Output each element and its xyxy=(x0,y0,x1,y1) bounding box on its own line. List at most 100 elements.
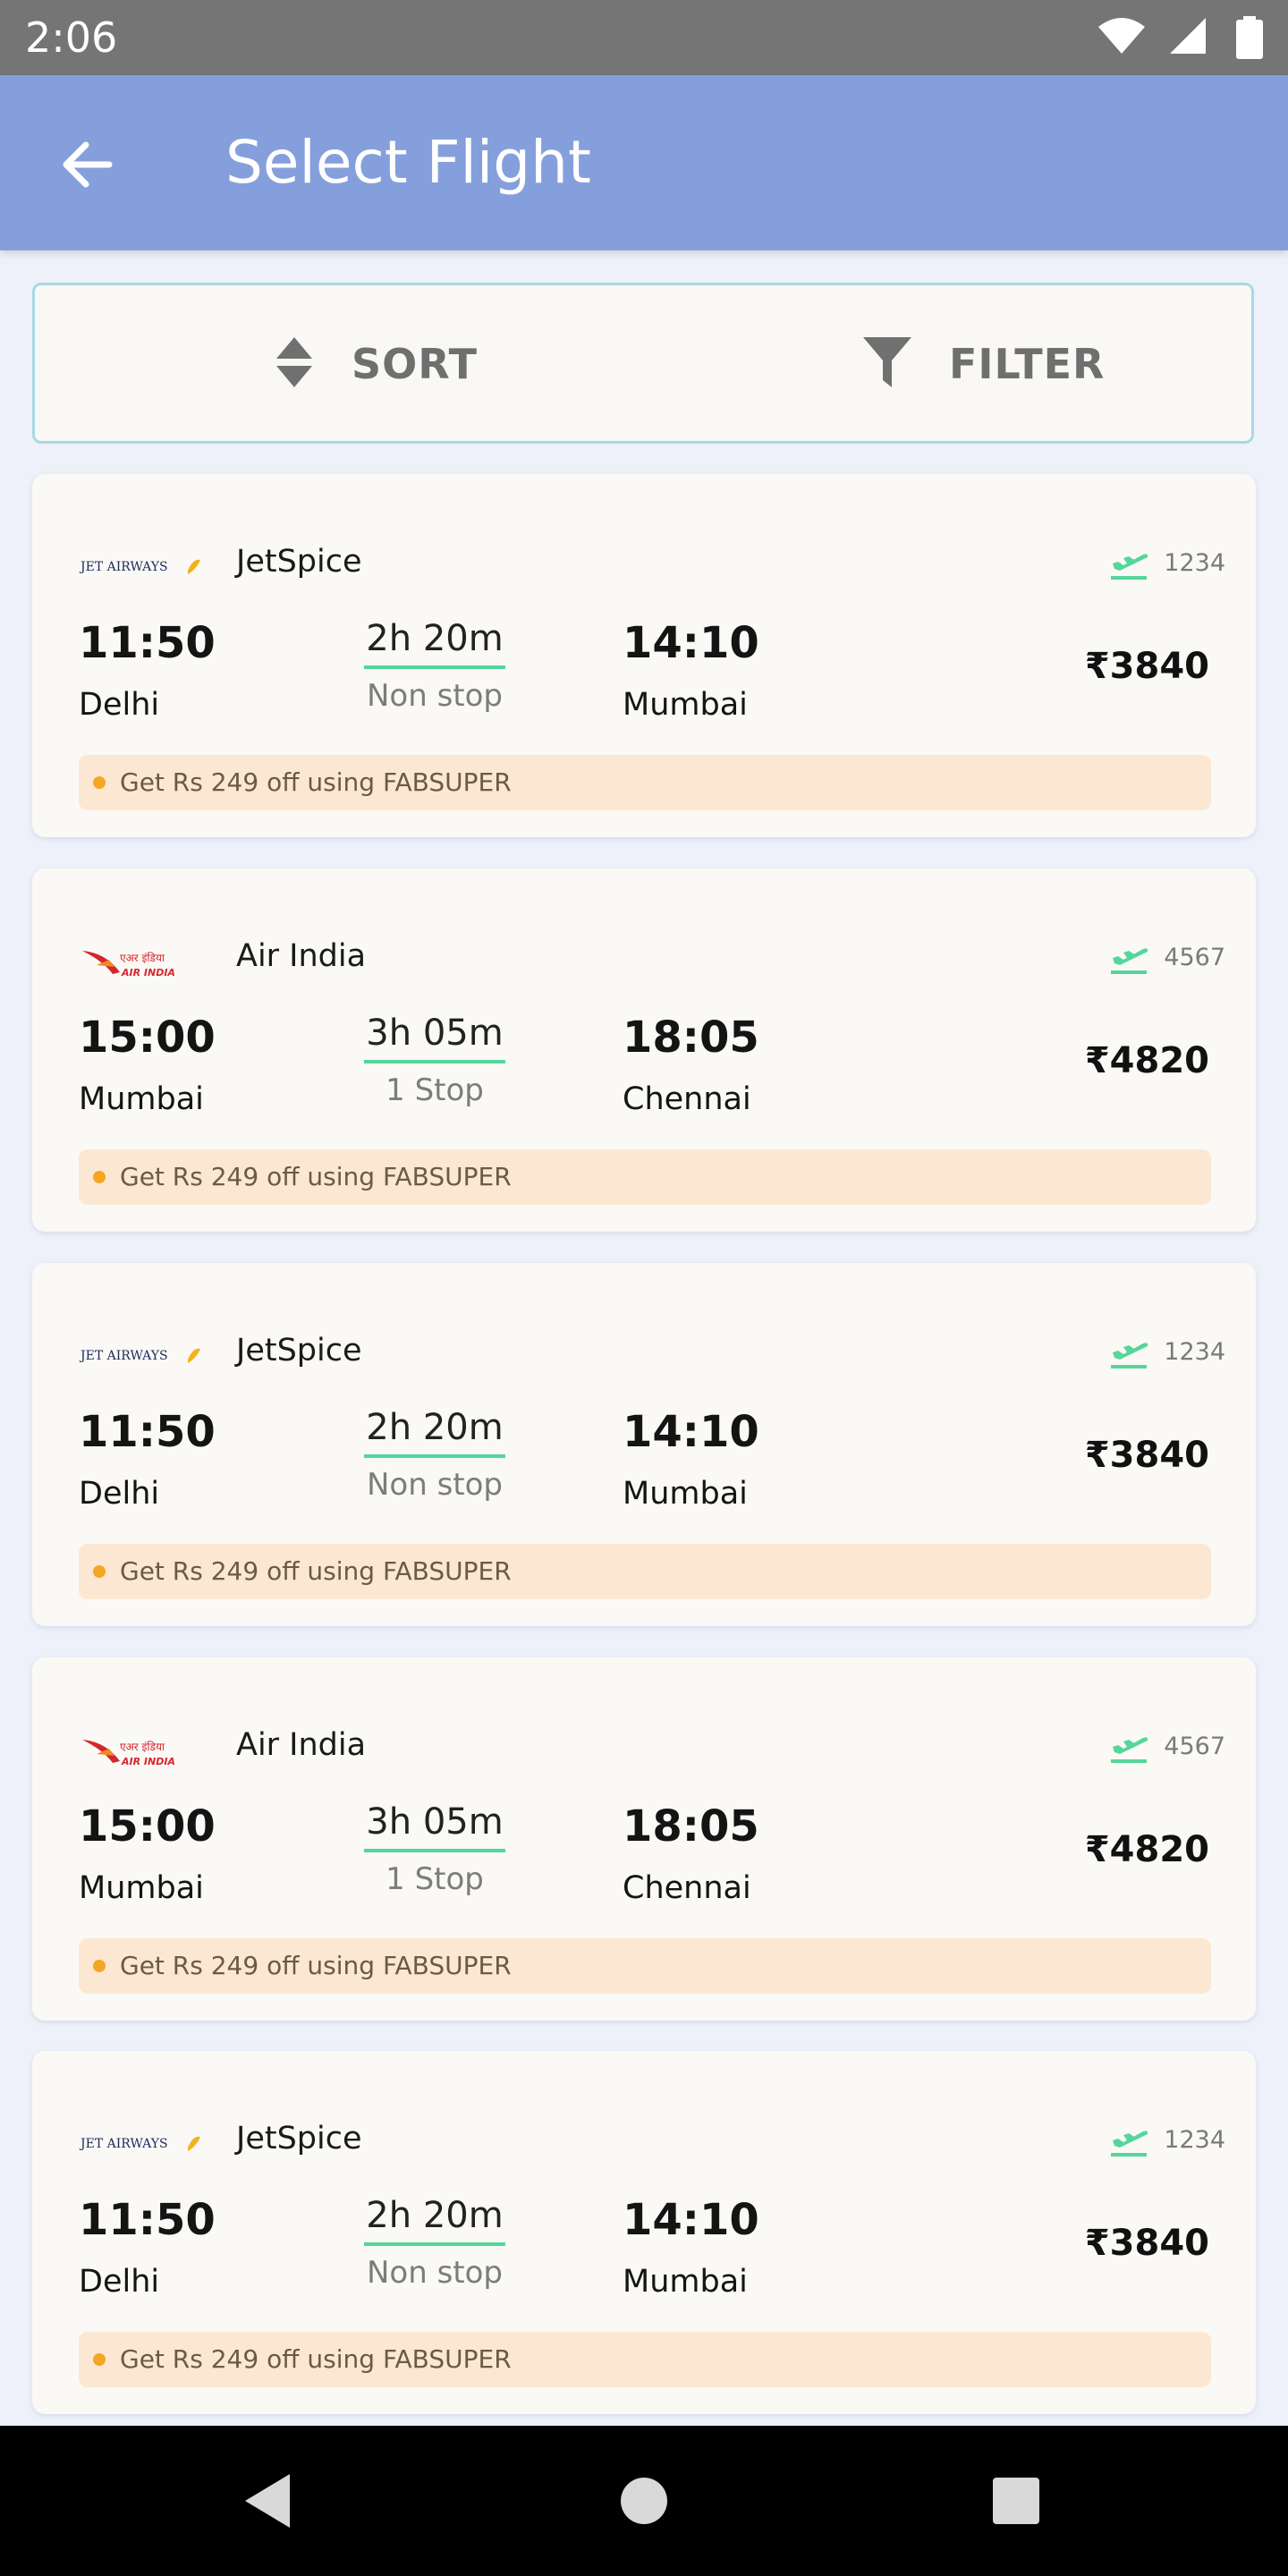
flight-price: ₹3840 xyxy=(1084,646,1209,687)
flight-duration: 3h 05m xyxy=(364,1010,505,1063)
flight-price: ₹4820 xyxy=(1084,1829,1209,1870)
airline-name: JetSpice xyxy=(236,1333,362,1368)
offer-banner: Get Rs 249 off using FABSUPER xyxy=(79,2332,1211,2387)
arrival-city: Mumbai xyxy=(623,687,748,723)
departure-city: Mumbai xyxy=(79,1870,204,1906)
jet-airways-logo: JET AIRWAYS xyxy=(79,1348,200,1363)
filter-icon xyxy=(863,337,911,387)
square-recents-icon[interactable] xyxy=(980,2465,1052,2537)
offer-text: Get Rs 249 off using FABSUPER xyxy=(120,767,512,797)
flight-number: 4567 xyxy=(1164,1733,1225,1760)
departure-city: Delhi xyxy=(79,2264,160,2300)
stops-info: Non stop xyxy=(366,1467,504,1503)
filter-label: FILTER xyxy=(949,340,1106,388)
svg-text:JET AIRWAYS: JET AIRWAYS xyxy=(79,560,168,574)
flight-card[interactable]: एअर इंडिया AIR INDIA Air India 4567 15:0… xyxy=(32,1657,1256,2021)
flight-card[interactable]: JET AIRWAYS JetSpice 1234 11:50 Delhi 2h… xyxy=(32,474,1256,837)
arrival-city: Mumbai xyxy=(623,2264,748,2300)
flight-duration: 2h 20m xyxy=(364,2192,505,2246)
offer-dot-icon xyxy=(93,776,106,789)
svg-text:AIR INDIA: AIR INDIA xyxy=(121,967,175,979)
stops-info: 1 Stop xyxy=(386,1072,484,1108)
departure-city: Delhi xyxy=(79,687,160,723)
duration-block: 2h 20m Non stop xyxy=(327,2192,542,2292)
offer-dot-icon xyxy=(93,2353,106,2366)
sort-filter-bar: SORT FILTER xyxy=(32,283,1254,444)
departure-time: 11:50 xyxy=(79,2195,216,2245)
offer-text: Get Rs 249 off using FABSUPER xyxy=(120,1951,512,1980)
flight-number: 4567 xyxy=(1164,944,1225,971)
offer-banner: Get Rs 249 off using FABSUPER xyxy=(79,1149,1211,1205)
arrow-left-icon xyxy=(63,141,113,188)
flight-duration: 2h 20m xyxy=(364,615,505,669)
flight-number: 1234 xyxy=(1164,1338,1225,1366)
flight-price: ₹3840 xyxy=(1084,2223,1209,2264)
svg-text:AIR INDIA: AIR INDIA xyxy=(121,1756,175,1767)
offer-dot-icon xyxy=(93,1960,106,1972)
arrival-city: Mumbai xyxy=(623,1476,748,1512)
wifi-icon xyxy=(1098,18,1145,54)
flight-duration: 2h 20m xyxy=(364,1404,505,1458)
plane-takeoff-icon xyxy=(1111,1737,1148,1763)
departure-time: 11:50 xyxy=(79,618,216,668)
arrival-time: 14:10 xyxy=(623,1407,759,1457)
flight-price: ₹4820 xyxy=(1084,1040,1209,1081)
circle-home-icon[interactable] xyxy=(608,2465,680,2537)
sort-button[interactable]: SORT xyxy=(232,285,589,441)
system-nav-bar xyxy=(0,2426,1288,2576)
airline-name: Air India xyxy=(236,1727,367,1763)
page-title: Select Flight xyxy=(225,128,591,197)
offer-banner: Get Rs 249 off using FABSUPER xyxy=(79,1544,1211,1599)
sort-label: SORT xyxy=(352,340,478,388)
flight-number: 1234 xyxy=(1164,549,1225,577)
flight-duration: 3h 05m xyxy=(364,1799,505,1852)
flight-card[interactable]: JET AIRWAYS JetSpice 1234 11:50 Delhi 2h… xyxy=(32,1263,1256,1626)
duration-block: 3h 05m 1 Stop xyxy=(327,1010,542,1110)
stops-info: Non stop xyxy=(366,678,504,714)
plane-takeoff-icon xyxy=(1111,1343,1148,1368)
status-time: 2:06 xyxy=(25,13,118,62)
departure-city: Delhi xyxy=(79,1476,160,1512)
duration-block: 3h 05m 1 Stop xyxy=(327,1799,542,1899)
flight-card[interactable]: एअर इंडिया AIR INDIA Air India 4567 15:0… xyxy=(32,869,1256,1232)
svg-text:JET AIRWAYS: JET AIRWAYS xyxy=(79,1349,168,1363)
airline-name: JetSpice xyxy=(236,2121,362,2157)
stops-info: Non stop xyxy=(366,2255,504,2291)
triangle-back-icon[interactable] xyxy=(234,2465,306,2537)
filter-button[interactable]: FILTER xyxy=(822,285,1198,441)
jet-airways-logo: JET AIRWAYS xyxy=(79,2136,200,2151)
svg-text:एअर इंडिया: एअर इंडिया xyxy=(120,952,165,964)
back-button[interactable] xyxy=(54,131,122,199)
jet-airways-logo: JET AIRWAYS xyxy=(79,559,200,574)
offer-text: Get Rs 249 off using FABSUPER xyxy=(120,1556,512,1586)
duration-block: 2h 20m Non stop xyxy=(327,1404,542,1504)
offer-text: Get Rs 249 off using FABSUPER xyxy=(120,2344,512,2374)
airline-name: JetSpice xyxy=(236,544,362,580)
air-india-logo: एअर इंडिया AIR INDIA xyxy=(82,1740,175,1767)
offer-banner: Get Rs 249 off using FABSUPER xyxy=(79,755,1211,810)
duration-block: 2h 20m Non stop xyxy=(327,615,542,716)
stops-info: 1 Stop xyxy=(386,1861,484,1897)
arrival-city: Chennai xyxy=(623,1870,751,1906)
battery-icon xyxy=(1236,16,1263,59)
svg-text:JET AIRWAYS: JET AIRWAYS xyxy=(79,2137,168,2151)
plane-takeoff-icon xyxy=(1111,948,1148,974)
flight-card[interactable]: JET AIRWAYS JetSpice 1234 11:50 Delhi 2h… xyxy=(32,2051,1256,2414)
status-bar: 2:06 xyxy=(0,0,1288,75)
plane-takeoff-icon xyxy=(1111,554,1148,580)
signal-icon xyxy=(1170,18,1206,54)
offer-banner: Get Rs 249 off using FABSUPER xyxy=(79,1938,1211,1994)
departure-city: Mumbai xyxy=(79,1081,204,1117)
airline-name: Air India xyxy=(236,938,367,974)
offer-text: Get Rs 249 off using FABSUPER xyxy=(120,1162,512,1191)
app-bar: Select Flight xyxy=(0,75,1288,250)
air-india-logo: एअर इंडिया AIR INDIA xyxy=(82,951,175,979)
arrival-time: 14:10 xyxy=(623,2195,759,2245)
plane-takeoff-icon xyxy=(1111,2131,1148,2157)
departure-time: 11:50 xyxy=(79,1407,216,1457)
sort-icon xyxy=(276,337,312,387)
departure-time: 15:00 xyxy=(79,1801,216,1852)
arrival-city: Chennai xyxy=(623,1081,751,1117)
svg-text:एअर इंडिया: एअर इंडिया xyxy=(120,1741,165,1753)
departure-time: 15:00 xyxy=(79,1013,216,1063)
